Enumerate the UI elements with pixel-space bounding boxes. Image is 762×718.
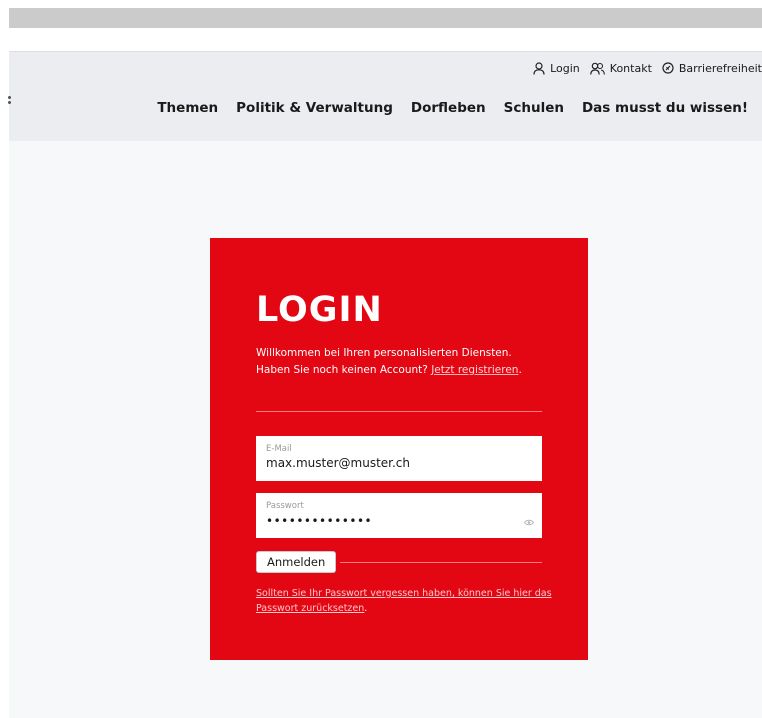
login-title: LOGIN <box>256 290 383 330</box>
nav-item-schulen[interactable]: Schulen <box>504 100 564 116</box>
password-field[interactable]: Passwort •••••••••••••• <box>256 493 542 538</box>
browser-top-strip <box>9 8 762 28</box>
login-card: LOGIN Willkommen bei Ihren personalisier… <box>210 238 588 660</box>
email-field[interactable]: E-Mail <box>256 436 542 481</box>
users-icon <box>589 62 605 75</box>
site-header: Login Kontakt Barrierefreiheit Themen Po… <box>8 51 762 142</box>
eye-icon[interactable] <box>524 519 534 526</box>
forgot-end: . <box>364 603 368 614</box>
nav-item-themen[interactable]: Themen <box>157 100 218 116</box>
user-icon <box>533 61 545 75</box>
anmelden-button[interactable]: Anmelden <box>256 551 337 573</box>
submit-row: Anmelden <box>256 551 542 573</box>
menu-edge-icon <box>8 96 11 108</box>
nav-item-politik-verwaltung[interactable]: Politik & Verwaltung <box>236 100 393 116</box>
forgot-password-link[interactable]: Sollten Sie Ihr Passwort vergessen haben… <box>256 588 552 614</box>
login-divider <box>256 411 542 412</box>
intro-end: . <box>518 364 522 376</box>
email-input[interactable] <box>266 456 506 470</box>
submit-divider <box>340 562 542 563</box>
util-barrierefreiheit-label: Barrierefreiheit <box>678 61 762 75</box>
util-kontakt-link[interactable]: Kontakt <box>589 61 652 75</box>
forgot-password: Sollten Sie Ihr Passwort vergessen haben… <box>256 586 556 616</box>
password-label: Passwort <box>266 501 304 511</box>
main-nav: Themen Politik & Verwaltung Dorfleben Sc… <box>139 100 748 116</box>
email-label: E-Mail <box>266 444 292 454</box>
util-login-label: Login <box>550 61 580 75</box>
util-barrierefreiheit-link[interactable]: Barrierefreiheit <box>662 62 762 75</box>
nav-item-das-musst-du-wissen[interactable]: Das musst du wissen! <box>582 100 748 116</box>
register-link[interactable]: Jetzt registrieren <box>431 364 518 376</box>
password-input[interactable]: •••••••••••••• <box>266 514 532 528</box>
nav-item-dorfleben[interactable]: Dorfleben <box>411 100 486 116</box>
login-intro: Willkommen bei Ihren personalisierten Di… <box>256 345 546 379</box>
util-login-link[interactable]: Login <box>533 62 580 75</box>
utility-nav: Login Kontakt Barrierefreiheit <box>523 59 762 77</box>
accessibility-icon <box>662 62 674 74</box>
util-kontakt-label: Kontakt <box>609 61 652 75</box>
